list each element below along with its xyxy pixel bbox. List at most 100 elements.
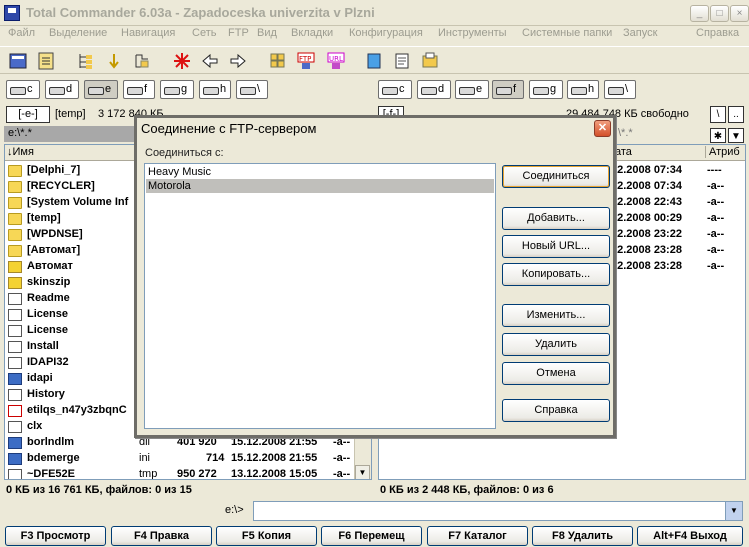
minimize-button[interactable]: _ <box>690 5 709 22</box>
file-row[interactable]: ~DFE52E tmp 950 272 13.12.2008 15:05 -a-- <box>5 467 355 480</box>
right-root-button[interactable]: \ <box>710 106 726 123</box>
alt-f4-exit-button[interactable]: Alt+F4 Выход <box>637 526 743 546</box>
menu-view[interactable]: Вид <box>257 27 277 39</box>
right-drive-network[interactable]: \ <box>604 80 636 99</box>
file-ext: tmp <box>139 468 158 480</box>
filter-icon[interactable] <box>132 51 152 71</box>
maximize-button[interactable]: □ <box>710 5 729 22</box>
right-status: 0 КБ из 2 448 КБ, файлов: 0 из 6 <box>380 484 554 496</box>
file-size: 714 <box>206 452 225 464</box>
right-up-button[interactable]: .. <box>728 106 744 123</box>
menu-system-folders[interactable]: Системные папки <box>522 27 612 39</box>
forward-icon[interactable] <box>228 51 248 71</box>
cancel-button[interactable]: Отмена <box>502 362 610 385</box>
delete-button[interactable]: Удалить <box>502 333 610 356</box>
f8-delete-button[interactable]: F8 Удалить <box>532 526 633 546</box>
file-row[interactable]: bdemerge ini 714 15.12.2008 21:55 -a-- <box>5 451 355 467</box>
new-url-button[interactable]: Новый URL... <box>502 235 610 258</box>
tree-view-icon[interactable] <box>76 51 96 71</box>
ftp-connect-icon[interactable]: FTP <box>296 51 316 71</box>
connection-item-selected[interactable]: Motorola <box>146 179 494 193</box>
file-name: skinszip <box>27 276 71 288</box>
file-date: 12.2008 00:29 <box>611 212 682 224</box>
add-button[interactable]: Добавить... <box>502 207 610 230</box>
menu-selection[interactable]: Выделение <box>49 27 107 39</box>
file-attr: -a-- <box>707 228 725 240</box>
left-drive-g[interactable]: g <box>160 80 194 99</box>
left-drive-h[interactable]: h <box>199 80 231 99</box>
menu-file[interactable]: Файл <box>8 27 35 39</box>
menu-configuration[interactable]: Конфигурация <box>349 27 423 39</box>
f3-view-button[interactable]: F3 Просмотр <box>5 526 106 546</box>
close-window-button[interactable]: × <box>730 5 749 22</box>
file-size: 950 272 <box>177 468 217 480</box>
file-date: 13.12.2008 15:05 <box>231 468 318 480</box>
file-attr: -a-- <box>707 196 725 208</box>
document-icon <box>8 357 22 369</box>
copy-button[interactable]: Копировать... <box>502 263 610 286</box>
refresh-icon[interactable] <box>8 51 28 71</box>
right-drive-h[interactable]: h <box>567 80 599 99</box>
notepad-icon[interactable] <box>392 51 412 71</box>
right-drive-bar: c d e f g h \ <box>372 80 749 100</box>
menu-start[interactable]: Запуск <box>623 27 657 39</box>
edit-button[interactable]: Изменить... <box>502 304 610 327</box>
right-drive-c[interactable]: c <box>378 80 412 99</box>
file-date: 12.2008 23:28 <box>611 260 682 272</box>
file-date: 12.2008 22:43 <box>611 196 682 208</box>
left-drive-c[interactable]: c <box>6 80 40 99</box>
f6-move-button[interactable]: F6 Перемещ <box>321 526 422 546</box>
folder-icon <box>8 229 22 241</box>
archive-icon <box>8 277 22 289</box>
explorer-icon[interactable] <box>420 51 440 71</box>
back-icon[interactable] <box>200 51 220 71</box>
title-bar: Total Commander 6.03a - Zapadoceska univ… <box>0 0 749 26</box>
help-button[interactable]: Справка <box>502 399 610 422</box>
command-line-row: e:\> ▼ <box>0 500 749 522</box>
menu-network[interactable]: Сеть <box>192 27 216 39</box>
toolbar: FTP URL <box>0 46 749 74</box>
left-drive-select[interactable]: [-e-] <box>6 106 50 123</box>
right-drive-e[interactable]: e <box>455 80 489 99</box>
menu-navigation[interactable]: Навигация <box>121 27 175 39</box>
menu-tools[interactable]: Инструменты <box>438 27 507 39</box>
file-name: idapi <box>27 372 53 384</box>
col-name-header[interactable]: ↓Имя <box>7 146 34 158</box>
history-button[interactable]: ✱ <box>710 128 726 143</box>
left-drive-d[interactable]: d <box>45 80 79 99</box>
file-name: borlndlm <box>27 436 75 448</box>
close-icon[interactable]: ✕ <box>594 120 611 137</box>
col-attr-header[interactable]: Атриб <box>705 146 740 158</box>
sort-icon[interactable] <box>104 51 124 71</box>
select-icon[interactable] <box>172 51 192 71</box>
col-date-header[interactable]: ата <box>615 146 632 158</box>
copy-names-icon[interactable] <box>364 51 384 71</box>
scroll-down-button[interactable]: ▼ <box>355 465 370 479</box>
file-date: 12.2008 23:28 <box>611 244 682 256</box>
right-drive-d[interactable]: d <box>417 80 451 99</box>
error-file-icon <box>8 405 22 417</box>
menu-ftp[interactable]: FTP <box>228 27 249 39</box>
chevron-down-icon[interactable]: ▼ <box>725 502 742 520</box>
hotlist-button[interactable]: ▼ <box>728 128 744 143</box>
file-date: 15.12.2008 21:55 <box>231 452 318 464</box>
menu-help[interactable]: Справка <box>696 27 739 39</box>
ftp-new-icon[interactable]: URL <box>326 51 346 71</box>
left-drive-network[interactable]: \ <box>236 80 268 99</box>
f7-mkdir-button[interactable]: F7 Каталог <box>427 526 528 546</box>
file-name: IDAPI32 <box>27 356 69 368</box>
brief-view-icon[interactable] <box>36 51 56 71</box>
pack-icon[interactable] <box>268 51 288 71</box>
left-drive-e[interactable]: e <box>84 80 118 99</box>
f4-edit-button[interactable]: F4 Правка <box>111 526 212 546</box>
command-input[interactable]: ▼ <box>253 501 743 521</box>
right-drive-f[interactable]: f <box>492 80 524 99</box>
connect-button[interactable]: Соединиться <box>502 165 610 188</box>
f5-copy-button[interactable]: F5 Копия <box>216 526 317 546</box>
menu-tabs[interactable]: Вкладки <box>291 27 333 39</box>
file-name: [Автомат] <box>27 244 81 256</box>
left-drive-f[interactable]: f <box>123 80 155 99</box>
connection-list[interactable]: Heavy Music Motorola <box>144 163 496 429</box>
right-drive-g[interactable]: g <box>529 80 563 99</box>
connection-item[interactable]: Heavy Music <box>146 165 494 179</box>
